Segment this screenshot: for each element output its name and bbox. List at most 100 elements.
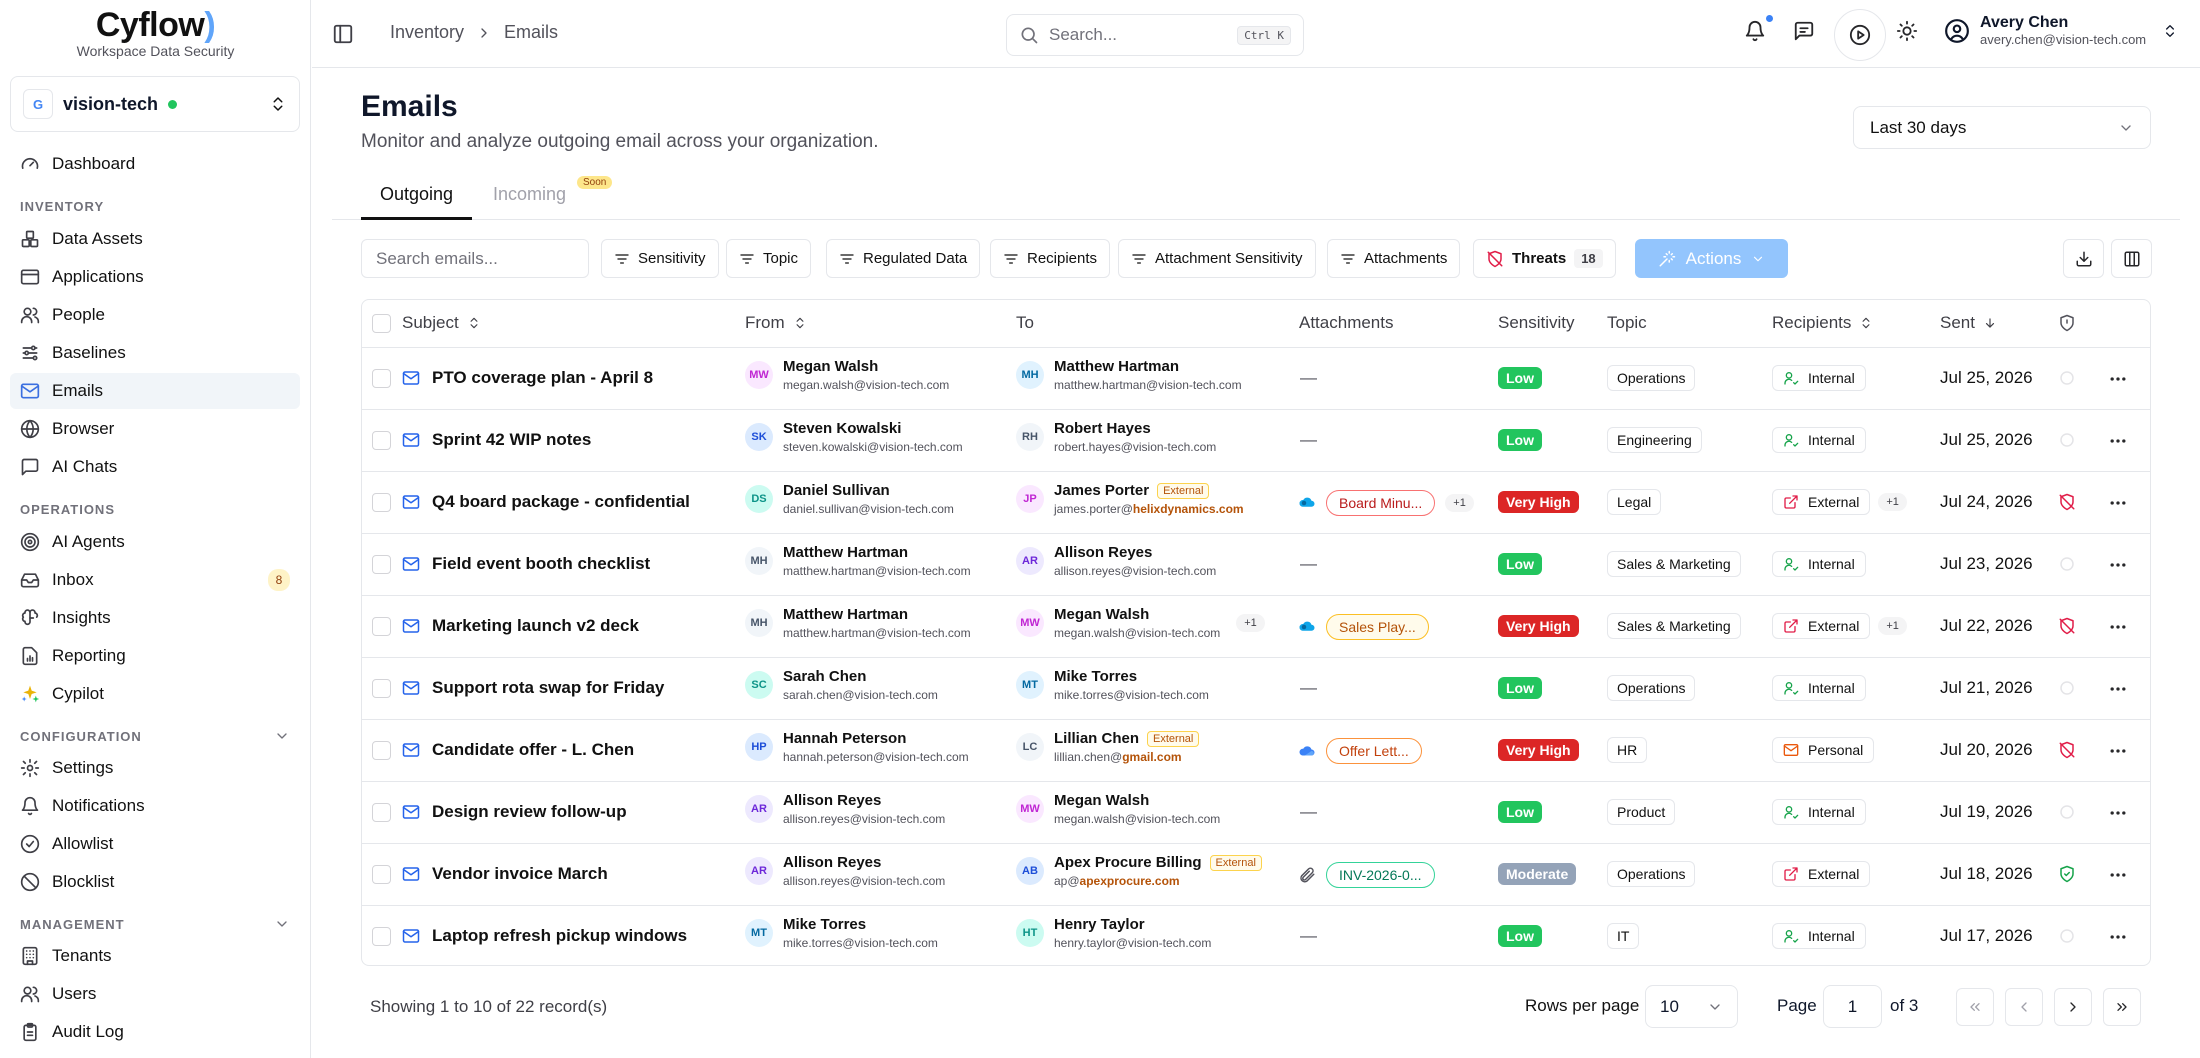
nav-section-configuration[interactable]: CONFIGURATION (20, 728, 290, 744)
email-subject[interactable]: Q4 board package - confidential (432, 492, 690, 512)
columns-button[interactable] (2111, 239, 2152, 278)
sidebar-item-ai-agents[interactable]: AI Agents (10, 524, 300, 560)
tab-incoming[interactable]: Incoming (493, 184, 566, 205)
sidebar-item-cypilot[interactable]: Cypilot (10, 676, 300, 712)
sidebar-item-browser[interactable]: Browser (10, 411, 300, 447)
more-options-icon[interactable] (2108, 493, 2128, 513)
prev-page-button[interactable] (2005, 988, 2043, 1026)
shield-off-icon[interactable] (2058, 493, 2076, 511)
attachment-pill[interactable]: Board Minu... (1326, 490, 1436, 516)
table-row[interactable]: Marketing launch v2 deck MH Matthew Hartma… (362, 596, 2150, 658)
row-checkbox[interactable] (372, 741, 391, 760)
email-subject[interactable]: Candidate offer - L. Chen (432, 740, 634, 760)
play-button[interactable] (1834, 9, 1886, 61)
user-menu[interactable]: Avery Chen avery.chen@vision-tech.com (1944, 14, 2178, 47)
brand-logo[interactable]: Cyflow) Workspace Data Security (0, 6, 311, 59)
sidebar-item-reporting[interactable]: Reporting (10, 638, 300, 674)
filter-sensitivity[interactable]: Sensitivity (601, 239, 719, 278)
filter-recipients[interactable]: Recipients (990, 239, 1111, 278)
email-search-input[interactable]: Search emails... (361, 239, 589, 278)
row-checkbox[interactable] (372, 617, 391, 636)
table-row[interactable]: Sprint 42 WIP notes SK Steven Kowalski stev… (362, 410, 2150, 472)
more-options-icon[interactable] (2108, 865, 2128, 885)
column-subject[interactable]: Subject (402, 313, 481, 333)
attachment-pill[interactable]: INV-2026-0... (1326, 862, 1435, 888)
attachment-pill[interactable]: Offer Lett... (1326, 738, 1422, 764)
sidebar-item-dashboard[interactable]: Dashboard (10, 146, 300, 182)
breadcrumb-inventory[interactable]: Inventory (390, 22, 464, 43)
sidebar-item-blocklist[interactable]: Blocklist (10, 864, 300, 900)
table-row[interactable]: Candidate offer - L. Chen HP Hannah Peters… (362, 720, 2150, 782)
row-checkbox[interactable] (372, 927, 391, 946)
filter-topic[interactable]: Topic (726, 239, 812, 278)
email-subject[interactable]: Field event booth checklist (432, 554, 650, 574)
shield-off-icon[interactable] (2058, 741, 2076, 759)
more-recipients-badge[interactable]: +1 (1236, 614, 1265, 632)
column-from[interactable]: From (745, 313, 807, 333)
actions-button[interactable]: Actions (1635, 239, 1788, 278)
email-subject[interactable]: Laptop refresh pickup windows (432, 926, 687, 946)
last-page-button[interactable] (2103, 988, 2141, 1026)
filter-attachment-sensitivity[interactable]: Attachment Sensitivity (1118, 239, 1316, 278)
more-options-icon[interactable] (2108, 369, 2128, 389)
more-recipient-types-badge[interactable]: +1 (1878, 617, 1907, 635)
table-row[interactable]: Support rota swap for Friday SC Sarah Chen… (362, 658, 2150, 720)
sidebar-item-notifications[interactable]: Notifications (10, 788, 300, 824)
sidebar-item-people[interactable]: People (10, 297, 300, 333)
column-sent[interactable]: Sent (1940, 313, 1997, 333)
more-options-icon[interactable] (2108, 927, 2128, 947)
email-subject[interactable]: Sprint 42 WIP notes (432, 430, 591, 450)
bell-icon[interactable] (1744, 20, 1766, 42)
tenant-switcher[interactable]: G vision-tech (10, 76, 300, 132)
more-options-icon[interactable] (2108, 555, 2128, 575)
sidebar-item-insights[interactable]: Insights (10, 600, 300, 636)
row-checkbox[interactable] (372, 679, 391, 698)
next-page-button[interactable] (2054, 988, 2092, 1026)
tab-outgoing[interactable]: Outgoing (380, 184, 453, 205)
more-recipient-types-badge[interactable]: +1 (1878, 493, 1907, 511)
sidebar-item-audit-log[interactable]: Audit Log (10, 1014, 300, 1050)
sidebar-item-applications[interactable]: Applications (10, 259, 300, 295)
attachment-pill[interactable]: Sales Play... (1326, 614, 1429, 640)
row-checkbox[interactable] (372, 493, 391, 512)
sidebar-item-emails[interactable]: Emails (10, 373, 300, 409)
row-checkbox[interactable] (372, 369, 391, 388)
sidebar-item-users[interactable]: Users (10, 976, 300, 1012)
sidebar-item-settings[interactable]: Settings (10, 750, 300, 786)
more-attachments-badge[interactable]: +1 (1445, 494, 1474, 512)
table-row[interactable]: Vendor invoice March AR Allison Reyes allis… (362, 844, 2150, 906)
sidebar-item-ai-chats[interactable]: AI Chats (10, 449, 300, 485)
sidebar-item-tenants[interactable]: Tenants (10, 938, 300, 974)
more-options-icon[interactable] (2108, 679, 2128, 699)
sidebar-item-inbox[interactable]: Inbox 8 (10, 562, 300, 598)
rows-per-page-select[interactable]: 10 (1645, 985, 1738, 1028)
date-range-select[interactable]: Last 30 days (1853, 106, 2151, 149)
shield-off-icon[interactable] (2058, 617, 2076, 635)
email-subject[interactable]: Design review follow-up (432, 802, 627, 822)
sidebar-toggle-icon[interactable] (332, 23, 354, 45)
more-options-icon[interactable] (2108, 741, 2128, 761)
nav-section-management[interactable]: MANAGEMENT (20, 916, 290, 932)
shield-check-icon[interactable] (2058, 865, 2076, 883)
row-checkbox[interactable] (372, 555, 391, 574)
download-button[interactable] (2063, 239, 2104, 278)
page-number-input[interactable]: 1 (1823, 985, 1882, 1028)
filter-regulated-data[interactable]: Regulated Data (826, 239, 981, 278)
filter-attachments[interactable]: Attachments (1327, 239, 1461, 278)
row-checkbox[interactable] (372, 865, 391, 884)
more-options-icon[interactable] (2108, 431, 2128, 451)
table-row[interactable]: Design review follow-up AR Allison Reyes al… (362, 782, 2150, 844)
sidebar-item-data-assets[interactable]: Data Assets (10, 221, 300, 257)
message-icon[interactable] (1793, 20, 1815, 42)
row-checkbox[interactable] (372, 803, 391, 822)
filter-threats[interactable]: Threats 18 (1473, 239, 1616, 278)
email-subject[interactable]: Support rota swap for Friday (432, 678, 664, 698)
sun-icon[interactable] (1896, 20, 1918, 42)
row-checkbox[interactable] (372, 431, 391, 450)
email-subject[interactable]: Marketing launch v2 deck (432, 616, 639, 636)
table-row[interactable]: PTO coverage plan - April 8 MW Megan Walsh… (362, 348, 2150, 410)
email-subject[interactable]: Vendor invoice March (432, 864, 608, 884)
column-recipients[interactable]: Recipients (1772, 313, 1873, 333)
first-page-button[interactable] (1956, 988, 1994, 1026)
global-search-input[interactable]: Search... Ctrl K (1006, 14, 1304, 56)
